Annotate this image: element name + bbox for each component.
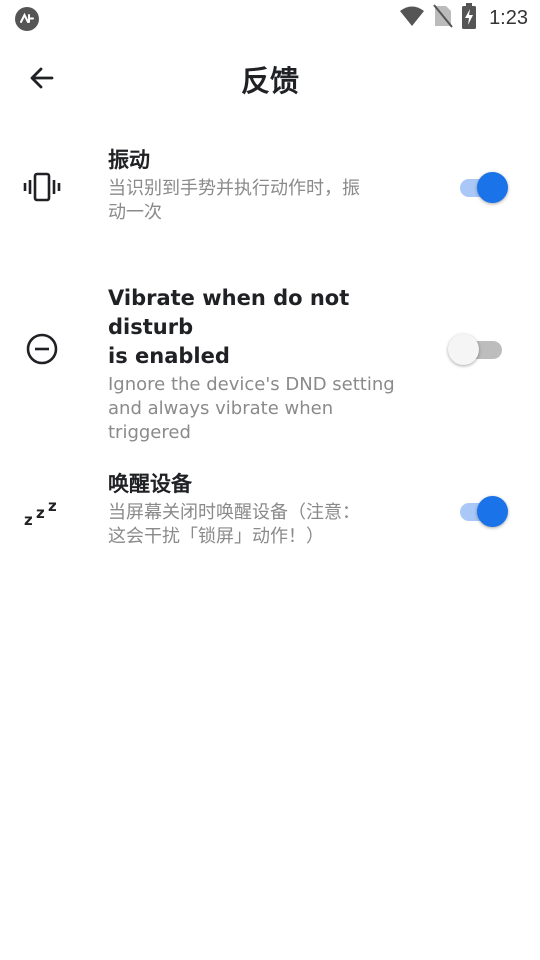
setting-summary: Ignore the device's DND setting and alwa…	[108, 373, 408, 445]
toggle-thumb	[477, 172, 508, 203]
vibrate-dnd-toggle[interactable]	[448, 333, 504, 365]
vibration-icon	[22, 167, 62, 207]
wake-device-toggle[interactable]	[456, 495, 512, 527]
setting-vibration[interactable]: 振动 当识别到手势并执行动作时，振 动一次	[0, 140, 540, 250]
toggle-thumb	[448, 334, 479, 365]
no-sim-icon	[433, 4, 453, 32]
setting-wake-device[interactable]: z z z 唤醒设备 当屏幕关闭时唤醒设备（注意： 这会干扰「锁屏」动作！）	[0, 464, 540, 574]
status-time: 1:23	[489, 6, 528, 29]
summary-line: Ignore the device's DND setting	[108, 374, 395, 395]
setting-vibration-text: 振动 当识别到手势并执行动作时，振 动一次	[108, 146, 408, 225]
summary-line: and always vibrate when	[108, 398, 334, 419]
summary-line: 当识别到手势并执行动作时，振	[108, 178, 360, 199]
setting-wake-device-text: 唤醒设备 当屏幕关闭时唤醒设备（注意： 这会干扰「锁屏」动作！）	[108, 470, 408, 549]
summary-line: 这会干扰「锁屏」动作！）	[108, 526, 324, 547]
summary-line: triggered	[108, 422, 191, 443]
status-icons: 1:23	[399, 3, 528, 33]
setting-vibrate-dnd[interactable]: Vibrate when do not disturb is enabled I…	[0, 282, 540, 443]
wifi-icon	[399, 5, 425, 31]
setting-title: 振动	[108, 148, 150, 172]
summary-line: 当屏幕关闭时唤醒设备（注意：	[108, 502, 360, 523]
svg-text:z: z	[36, 504, 45, 522]
summary-line: 动一次	[108, 202, 162, 223]
setting-title: 唤醒设备	[108, 472, 192, 496]
app-bar: 反馈	[0, 44, 540, 114]
setting-summary: 当屏幕关闭时唤醒设备（注意： 这会干扰「锁屏」动作！）	[108, 501, 408, 549]
status-bar: 1:23	[0, 0, 540, 36]
svg-text:z: z	[48, 497, 57, 515]
setting-vibrate-dnd-text: Vibrate when do not disturb is enabled I…	[108, 284, 408, 445]
page-title: 反馈	[240, 64, 299, 98]
setting-summary: 当识别到手势并执行动作时，振 动一次	[108, 177, 408, 225]
sleep-zzz-icon: z z z	[22, 492, 62, 532]
title-line: is enabled	[108, 344, 230, 368]
vibration-toggle[interactable]	[456, 171, 512, 203]
app-logo-icon	[14, 6, 40, 32]
do-not-disturb-icon	[22, 329, 62, 369]
setting-title: Vibrate when do not disturb is enabled	[108, 284, 408, 371]
svg-text:z: z	[24, 511, 33, 529]
toggle-thumb	[477, 496, 508, 527]
battery-charging-icon	[461, 3, 477, 33]
title-line: Vibrate when do not disturb	[108, 286, 350, 339]
